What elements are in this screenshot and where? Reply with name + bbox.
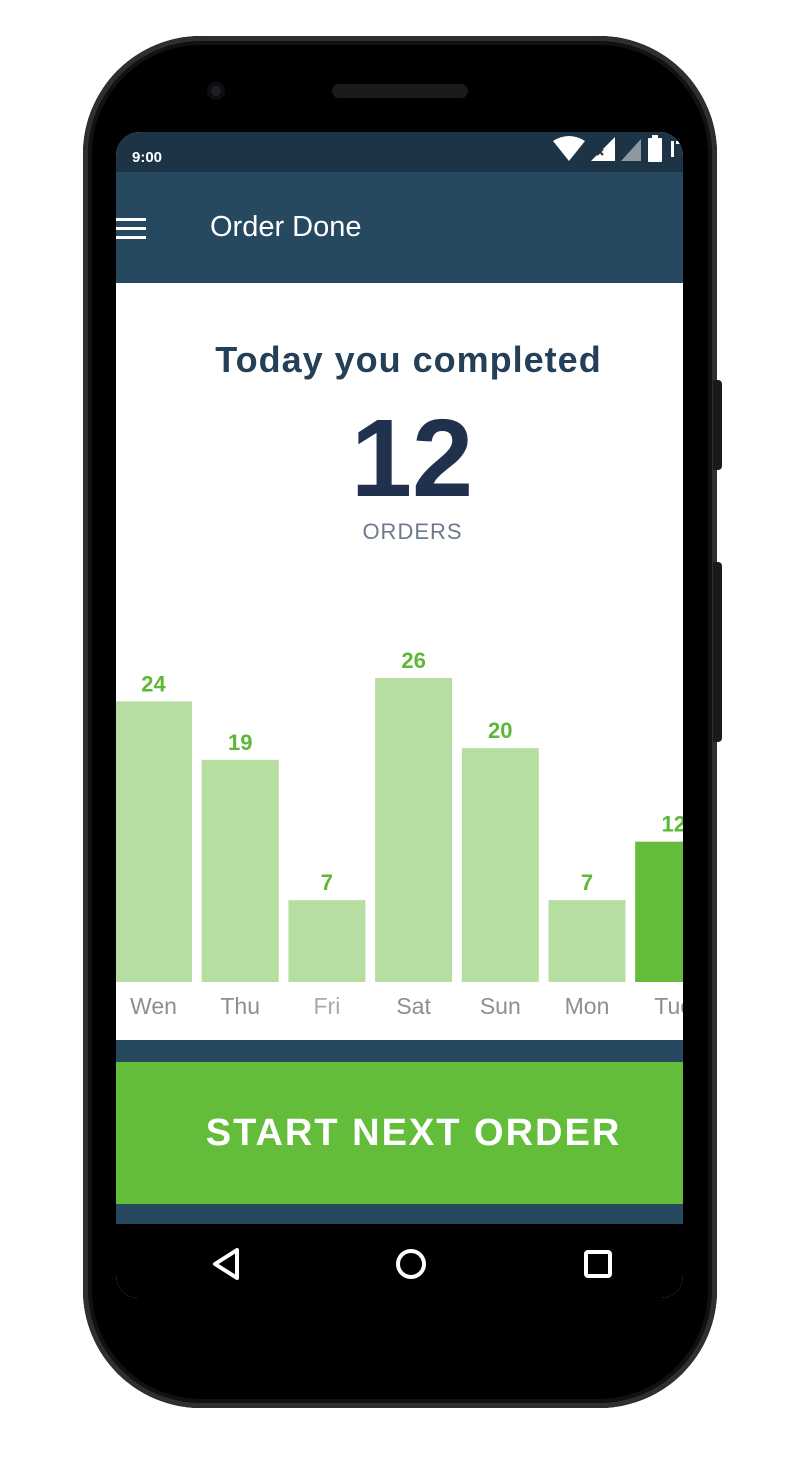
weekly-orders-chart: 24 Wen 19 Thu 7 Fri 26 Sat 20 Sun 7 Mon 12 Tue — [116, 602, 683, 1042]
signal-icon — [591, 137, 615, 161]
clock-fragment-icon — [671, 141, 682, 157]
day-label: Tue — [654, 993, 683, 1019]
day-label: Sat — [396, 993, 431, 1019]
hamburger-menu-icon[interactable] — [116, 218, 148, 240]
today-summary: Today you completed 12 ORDERS — [116, 283, 683, 603]
volume-button — [713, 562, 722, 742]
bar-tue — [635, 841, 683, 982]
home-icon[interactable] — [391, 1244, 431, 1284]
phone-screen: 9:00 Order Done Today you completed 12 O… — [116, 132, 683, 1298]
wifi-icon — [553, 136, 585, 161]
app-bar: Order Done — [116, 172, 683, 283]
bar-value-label: 20 — [488, 718, 512, 743]
day-label: Mon — [565, 993, 610, 1019]
bar-fri — [288, 900, 366, 982]
bottom-strip — [116, 1204, 683, 1224]
bar-wen — [116, 701, 192, 982]
app-title: Order Done — [210, 211, 362, 243]
summary-heading: Today you completed — [215, 339, 602, 380]
day-label: Wen — [130, 993, 177, 1019]
bar-mon — [548, 900, 626, 982]
completed-count: 12 — [350, 397, 474, 520]
battery-icon — [648, 135, 662, 162]
earpiece-speaker — [332, 84, 468, 98]
count-unit: ORDERS — [362, 519, 463, 544]
back-icon[interactable] — [206, 1244, 246, 1284]
bar-value-label: 26 — [401, 648, 425, 673]
front-camera — [207, 82, 225, 100]
status-time: 9:00 — [132, 149, 163, 166]
power-button — [713, 380, 722, 470]
day-label: Thu — [220, 993, 260, 1019]
status-bar: 9:00 — [116, 132, 683, 172]
bar-sat — [375, 678, 453, 982]
bar-value-label: 7 — [321, 870, 333, 895]
bar-sun — [461, 748, 539, 982]
section-divider — [116, 1040, 683, 1062]
status-icons — [551, 135, 683, 163]
bar-value-label: 19 — [228, 730, 252, 755]
day-label: Fri — [313, 993, 340, 1019]
navigation-bar — [116, 1224, 683, 1298]
start-next-order-button[interactable]: START NEXT ORDER — [116, 1062, 683, 1204]
signal-secondary-icon — [621, 139, 641, 161]
day-label: Sun — [480, 993, 521, 1019]
bar-value-label: 12 — [661, 812, 683, 837]
bar-chart: 24 Wen 19 Thu 7 Fri 26 Sat 20 Sun 7 Mon 12 Tue — [116, 648, 683, 1019]
recents-icon[interactable] — [578, 1244, 618, 1284]
bar-value-label: 24 — [141, 671, 166, 696]
bar-thu — [201, 759, 279, 982]
bar-value-label: 7 — [581, 870, 593, 895]
